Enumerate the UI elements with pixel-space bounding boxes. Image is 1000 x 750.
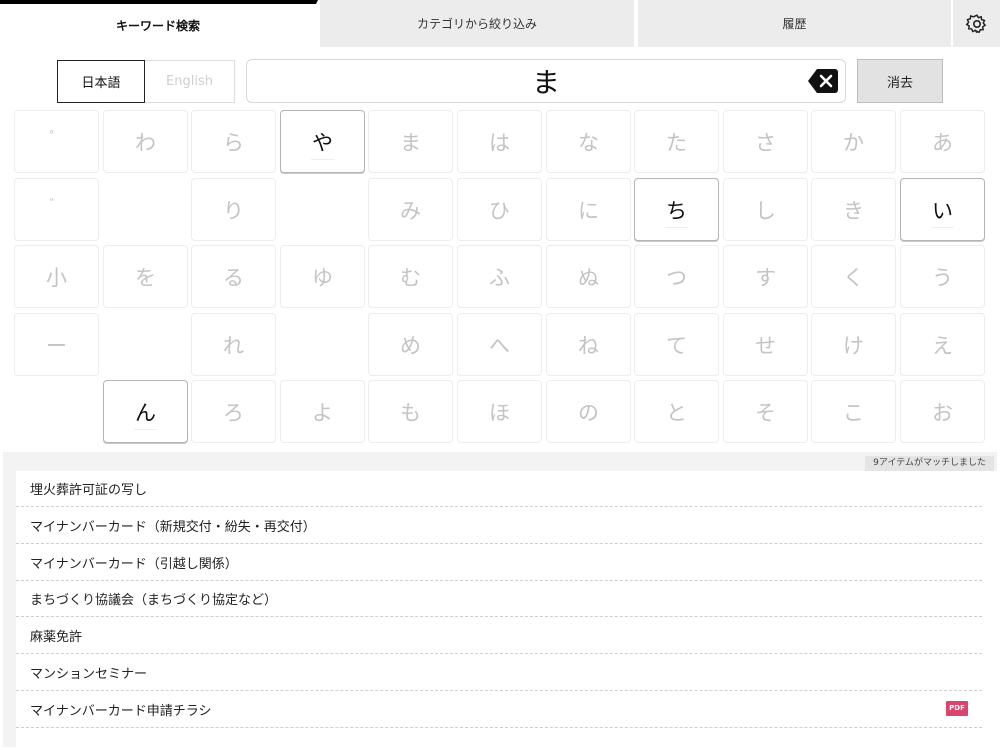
kana-key: き <box>811 178 896 241</box>
kana-key: と <box>634 380 719 443</box>
kana-key: の <box>546 380 631 443</box>
pdf-icon: PDF <box>946 700 968 716</box>
kana-key: せ <box>723 313 808 376</box>
kana-key: ひ <box>457 178 542 241</box>
result-item-title: マイナンバーカード（引越し関係） <box>30 556 238 572</box>
kana-key: か <box>811 110 896 173</box>
kana-key: よ <box>280 380 365 443</box>
match-count-badge: 9アイテムがマッチしました <box>865 456 994 471</box>
results-section: 9アイテムがマッチしました 埋火葬許可証の写しマイナンバーカード（新規交付・紛失… <box>3 452 997 747</box>
kana-key: め <box>368 313 453 376</box>
backspace-icon[interactable] <box>807 68 839 94</box>
result-item[interactable]: マイナンバーカード（新規交付・紛失・再交付） <box>16 508 982 544</box>
result-item-title: マイナンバーカード申請チラシ <box>30 703 212 719</box>
gear-icon <box>965 13 986 33</box>
result-item[interactable]: 埋火葬許可証の写し <box>16 471 982 507</box>
kana-key: お <box>900 380 985 443</box>
kana-key: て <box>634 313 719 376</box>
result-item[interactable]: マイナンバーカード（引越し関係） <box>16 545 982 581</box>
kana-key: り <box>191 178 276 241</box>
kana-key: ね <box>546 313 631 376</box>
kana-key: ゜ <box>14 110 99 173</box>
kana-key: む <box>368 245 453 308</box>
tab-keyword-search[interactable]: キーワード検索 <box>0 0 318 47</box>
result-item-title: 麻薬免許 <box>30 630 83 646</box>
kana-key: わ <box>103 110 188 173</box>
tab-category-filter[interactable]: カテゴリから絞り込み <box>320 0 636 47</box>
kana-key: た <box>634 110 719 173</box>
kana-key: く <box>811 245 896 308</box>
kana-key: ほ <box>457 380 542 443</box>
kana-key: も <box>368 380 453 443</box>
result-item-title: 埋火葬許可証の写し <box>30 483 148 498</box>
kana-key: へ <box>457 313 542 376</box>
kana-key: あ <box>900 110 985 173</box>
kana-key: み <box>368 178 453 241</box>
kana-key: ふ <box>457 245 542 308</box>
kana-key: に <box>546 178 631 241</box>
kana-key-blank <box>103 178 188 241</box>
kana-key: ー <box>14 313 99 376</box>
tab-history[interactable]: 履歴 <box>638 0 953 47</box>
search-input-value: ま <box>531 66 560 99</box>
kana-key: ら <box>191 110 276 173</box>
result-item[interactable]: マイナンバーカード申請チラシ PDF <box>16 692 982 728</box>
kana-key: こ <box>811 380 896 443</box>
kana-key: つ <box>634 245 719 308</box>
kana-key-blank <box>14 380 99 443</box>
kana-key: る <box>191 245 276 308</box>
kana-key-blank <box>280 178 365 241</box>
kana-key[interactable]: ん <box>103 380 188 443</box>
kana-key: れ <box>191 313 276 376</box>
kana-key: ろ <box>191 380 276 443</box>
result-item[interactable]: まちづくり協議会（まちづくり協定など） <box>16 581 982 618</box>
kana-key: え <box>900 313 985 376</box>
kana-key: は <box>457 110 542 173</box>
kana-key: け <box>811 313 896 376</box>
kana-key: 小 <box>14 245 99 308</box>
kana-key: さ <box>723 110 808 173</box>
tab-bar: キーワード検索 カテゴリから絞り込み 履歴 <box>0 0 1000 47</box>
kana-key: そ <box>723 380 808 443</box>
language-japanese-button[interactable]: 日本語 <box>57 60 145 103</box>
kana-keyboard: ゜わらやまはなたさかあ゛ り みひにちしきい小をるゆむふぬつすくうー れ めへねてせけえ… <box>14 110 987 446</box>
kana-key: ゛ <box>14 178 99 241</box>
result-item-title: マンションセミナー <box>30 667 148 682</box>
kana-key: ま <box>368 110 453 173</box>
kana-key: を <box>103 245 188 308</box>
result-item-title: マイナンバーカード（新規交付・紛失・再交付） <box>30 519 316 535</box>
kana-key[interactable]: や <box>280 110 365 173</box>
kana-key-blank <box>280 313 365 376</box>
kana-key: す <box>723 245 808 308</box>
search-input[interactable]: ま <box>246 59 846 103</box>
kana-key: う <box>900 245 985 308</box>
kana-key[interactable]: ち <box>634 178 719 241</box>
result-item-title: まちづくり協議会（まちづくり協定など） <box>30 593 278 609</box>
result-item[interactable]: マンションセミナー <box>16 655 982 691</box>
kana-key: し <box>723 178 808 241</box>
kana-key-blank <box>103 313 188 376</box>
kana-key: ぬ <box>546 245 631 308</box>
kana-key: ゆ <box>280 245 365 308</box>
kana-key[interactable]: い <box>900 178 985 241</box>
result-item[interactable]: 麻薬免許 <box>16 618 982 655</box>
results-list: 埋火葬許可証の写しマイナンバーカード（新規交付・紛失・再交付） マイナンバーカード… <box>16 471 997 747</box>
kana-key: な <box>546 110 631 173</box>
clear-button[interactable]: 消去 <box>857 59 943 103</box>
language-english-button[interactable]: English <box>145 60 235 103</box>
settings-button[interactable] <box>953 0 1000 47</box>
